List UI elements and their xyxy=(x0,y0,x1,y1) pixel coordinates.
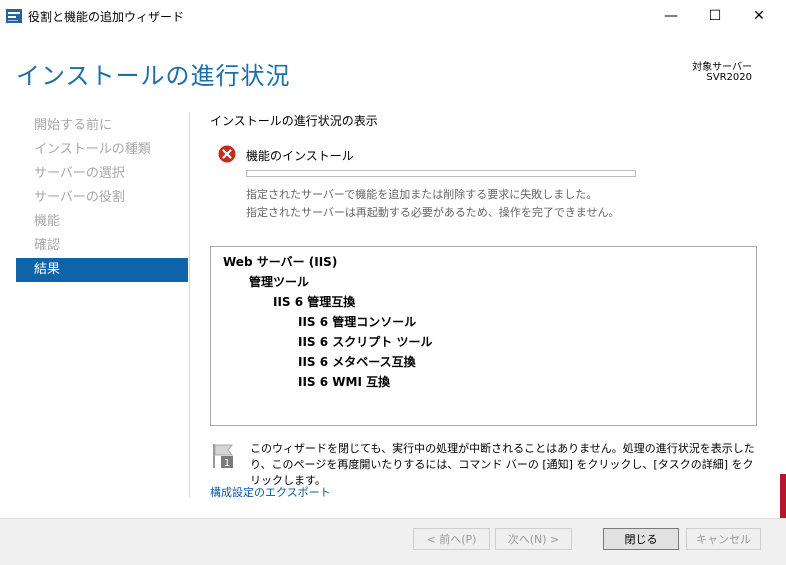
error-icon xyxy=(218,145,236,163)
install-progress-bar xyxy=(246,170,636,177)
close-window-button[interactable]: ✕ xyxy=(736,0,782,32)
export-settings-link[interactable]: 構成設定のエクスポート xyxy=(210,484,331,500)
minimize-icon: — xyxy=(664,8,678,24)
previous-button[interactable]: < 前へ(P) xyxy=(413,528,490,550)
nav-item[interactable]: サーバーの選択 xyxy=(16,162,188,186)
result-item: 管理ツール xyxy=(249,275,310,289)
nav-divider xyxy=(189,112,190,497)
result-item: IIS 6 スクリプト ツール xyxy=(298,335,433,349)
result-item: Web サーバー (IIS) xyxy=(223,255,338,269)
background-window-edge xyxy=(780,474,786,524)
result-item: IIS 6 管理コンソール xyxy=(298,315,417,329)
result-item: IIS 6 管理互換 xyxy=(273,295,356,309)
wizard-nav: 開始する前に インストールの種類 サーバーの選択 サーバーの役割 機能 確認 結果 xyxy=(16,114,188,282)
info-note: このウィザードを閉じても、実行中の処理が中断されることはありません。処理の進行状… xyxy=(250,442,755,487)
feature-install-title: 機能のインストール xyxy=(246,149,354,163)
result-item: IIS 6 メタベース互換 xyxy=(298,355,416,369)
window-title: 役割と機能の追加ウィザード xyxy=(28,10,185,24)
status-message-1: 指定されたサーバーで機能を追加または削除する要求に失敗しました。 xyxy=(246,188,598,201)
nav-item[interactable]: サーバーの役割 xyxy=(16,186,188,210)
page-title: インストールの進行状況 xyxy=(16,62,291,90)
section-title: インストールの進行状況の表示 xyxy=(210,114,378,128)
cancel-button[interactable]: キャンセル xyxy=(686,528,761,550)
close-button[interactable]: 閉じる xyxy=(603,528,679,550)
nav-item[interactable]: 開始する前に xyxy=(16,114,188,138)
nav-item[interactable]: 結果 xyxy=(16,258,188,282)
title-bar: 役割と機能の追加ウィザード — ☐ ✕ xyxy=(0,0,786,32)
server-manager-icon xyxy=(6,9,22,23)
status-message-2: 指定されたサーバーは再起動する必要があるため、操作を完了できません。 xyxy=(246,206,620,219)
minimize-button[interactable]: — xyxy=(648,0,694,32)
nav-item[interactable]: インストールの種類 xyxy=(16,138,188,162)
maximize-icon: ☐ xyxy=(708,8,722,24)
notification-flag-icon: 1 xyxy=(213,444,234,469)
nav-item[interactable]: 機能 xyxy=(16,210,188,234)
result-item: IIS 6 WMI 互換 xyxy=(298,375,391,389)
target-server-value: SVR2020 xyxy=(706,72,752,83)
results-list[interactable]: Web サーバー (IIS) 管理ツール IIS 6 管理互換 IIS 6 管理コンソ… xyxy=(210,246,757,426)
close-icon: ✕ xyxy=(753,8,765,24)
nav-item[interactable]: 確認 xyxy=(16,234,188,258)
maximize-button[interactable]: ☐ xyxy=(692,0,738,32)
notification-count: 1 xyxy=(224,458,230,469)
target-server-label: 対象サーバー xyxy=(692,62,752,73)
next-button[interactable]: 次へ(N) > xyxy=(495,528,572,550)
